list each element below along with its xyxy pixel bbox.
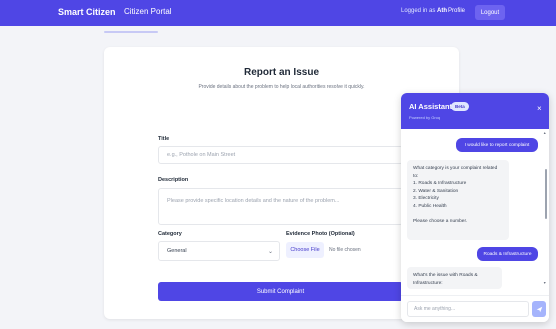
brand-logo[interactable]: Smart Citizen [58, 7, 116, 17]
page-subtitle: Provide details about the problem to hel… [198, 84, 365, 90]
bot-line: Infrastructure: [413, 280, 443, 286]
chat-title: AI Assistant [409, 102, 453, 111]
category-label: Category [158, 231, 182, 237]
bot-line: 2. Water & Sanitation [413, 188, 459, 194]
close-icon[interactable]: × [537, 104, 542, 113]
nav-citizen-portal[interactable]: Citizen Portal [124, 7, 172, 16]
bot-line: 4. Public Health [413, 203, 447, 209]
send-icon [536, 306, 542, 312]
chat-scrollbar[interactable] [545, 169, 547, 219]
page-title: Report an Issue [243, 67, 320, 78]
bot-line: Please choose a number. [413, 218, 468, 224]
user-message: I would like to report complaint [456, 138, 538, 152]
powered-by-text: Powered by Groq [409, 115, 441, 120]
top-navbar: Smart Citizen Citizen Portal Logged in a… [0, 0, 556, 26]
description-textarea[interactable]: Please provide specific location details… [158, 188, 403, 225]
bot-line: to: [413, 173, 419, 179]
profile-link[interactable]: Profile [448, 8, 465, 14]
chat-input-area: Ask me anything... [401, 295, 549, 322]
ai-assistant-panel: AI Assistant Beta Powered by Groq × I wo… [401, 93, 549, 322]
beta-badge: Beta [451, 102, 469, 111]
bot-line [413, 210, 503, 218]
user-message: Roads & Infrastructure [477, 247, 538, 261]
description-label: Description [158, 177, 189, 183]
logout-button[interactable]: Logout [475, 5, 505, 20]
bot-line: What category is your complaint related [413, 166, 498, 171]
submit-complaint-button[interactable]: Submit Complaint [158, 282, 403, 301]
logged-in-text: Logged in as Ath [401, 8, 447, 14]
send-button[interactable] [532, 301, 546, 317]
category-select[interactable]: General ⌄ [158, 241, 280, 261]
scroll-up-arrow-icon[interactable]: ▲ [543, 131, 546, 135]
bot-line: 3. Electricity [413, 196, 439, 201]
bot-line: What's the issue with Roads & [413, 273, 478, 278]
logged-in-prefix: Logged in as [401, 8, 436, 14]
title-label: Title [158, 136, 170, 142]
logged-in-user: Ath [437, 8, 448, 14]
chevron-down-icon: ⌄ [267, 248, 273, 255]
chat-input[interactable]: Ask me anything... [407, 301, 529, 317]
title-input[interactable]: e.g., Pothole on Main Street [158, 146, 403, 164]
bot-message: What category is your complaint related … [407, 160, 509, 240]
bot-message: What's the issue with Roads & Infrastruc… [407, 267, 502, 289]
choose-file-button[interactable]: Choose File [286, 242, 324, 258]
photo-label: Evidence Photo (Optional) [286, 231, 355, 237]
no-file-text: No file chosen [329, 247, 361, 253]
tab-indicator [104, 31, 158, 33]
category-value: General [167, 248, 187, 254]
scroll-down-arrow-icon[interactable]: ▼ [543, 281, 546, 285]
chat-header: AI Assistant Beta Powered by Groq × [401, 93, 549, 129]
bot-line: 1. Roads & Infrastructure [413, 181, 467, 186]
